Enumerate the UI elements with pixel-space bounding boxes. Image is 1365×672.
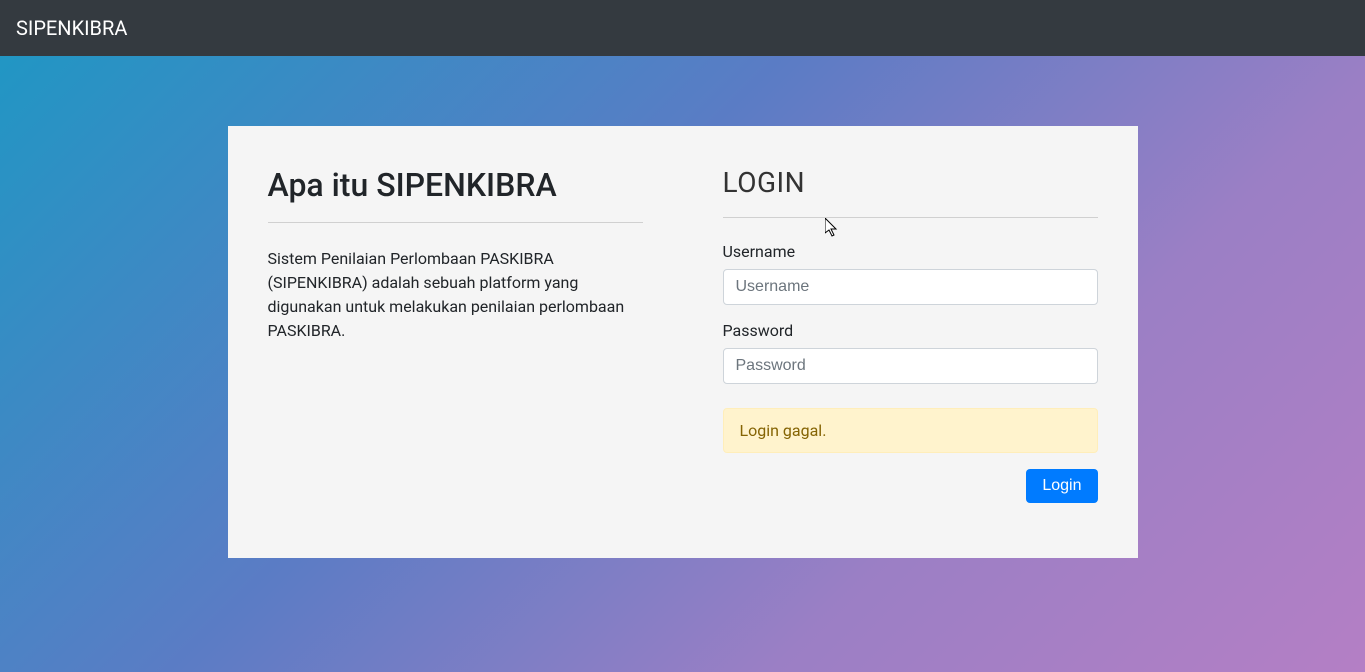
- about-title: Apa itu SIPENKIBRA: [268, 166, 643, 204]
- main-background: Apa itu SIPENKIBRA Sistem Penilaian Perl…: [0, 56, 1365, 672]
- about-description: Sistem Penilaian Perlombaan PASKIBRA (SI…: [268, 247, 643, 343]
- password-input[interactable]: [723, 348, 1098, 384]
- password-label: Password: [723, 321, 1098, 340]
- navbar: SIPENKIBRA: [0, 0, 1365, 56]
- login-divider: [723, 217, 1098, 218]
- login-title: LOGIN: [723, 166, 1098, 199]
- login-button[interactable]: Login: [1026, 469, 1097, 503]
- about-panel: Apa itu SIPENKIBRA Sistem Penilaian Perl…: [268, 166, 683, 518]
- login-error-alert: Login gagal.: [723, 408, 1098, 453]
- navbar-brand[interactable]: SIPENKIBRA: [16, 16, 127, 40]
- login-button-container: Login: [723, 469, 1098, 503]
- login-card: Apa itu SIPENKIBRA Sistem Penilaian Perl…: [228, 126, 1138, 558]
- password-group: Password: [723, 321, 1098, 384]
- login-panel: LOGIN Username Password Login gagal. Log…: [683, 166, 1098, 518]
- username-label: Username: [723, 242, 1098, 261]
- about-divider: [268, 222, 643, 223]
- username-input[interactable]: [723, 269, 1098, 305]
- username-group: Username: [723, 242, 1098, 305]
